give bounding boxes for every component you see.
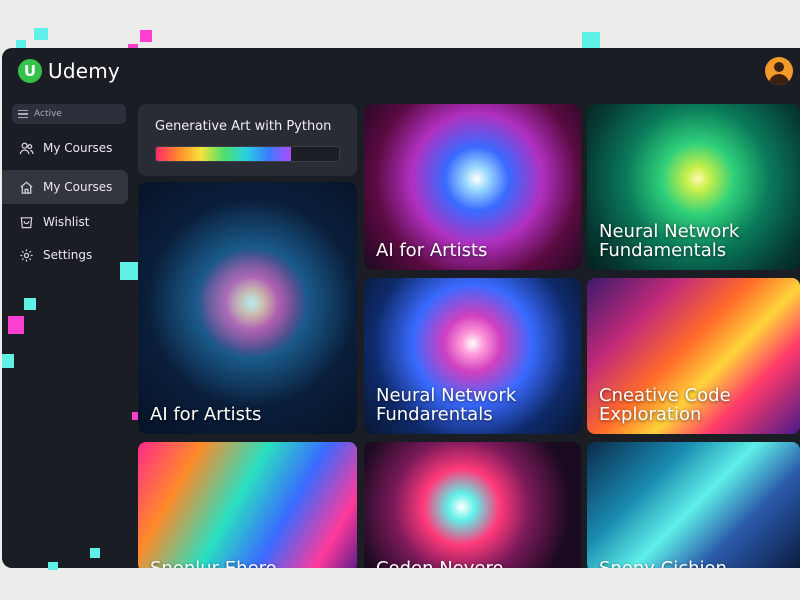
course-title: Cneative Code Exploration [599, 385, 731, 425]
course-title: AI for Artists [150, 404, 262, 425]
course-title: Snony Cichion [599, 559, 792, 568]
progress-course-title: Generative Art with Python [155, 119, 332, 134]
users-icon [18, 140, 34, 156]
course-card[interactable]: AI for Artists [364, 104, 581, 270]
sidebar-item-label: Wishlist [43, 215, 90, 229]
decor-pixel [34, 28, 48, 40]
avatar-head [774, 62, 784, 72]
decor-pixel [120, 262, 140, 280]
course-progress-card[interactable]: Generative Art with Python [138, 104, 357, 176]
course-title: Snonlur Ehero [150, 559, 349, 568]
avatar[interactable] [765, 57, 793, 85]
decor-pixel [2, 354, 14, 368]
home-icon [18, 179, 34, 195]
course-card[interactable]: Neural Network Fundamentals [587, 104, 800, 270]
course-card[interactable]: Coden Nevero [364, 442, 581, 568]
course-title: Neural Network Fundarentals [376, 385, 517, 425]
decor-pixel [90, 548, 100, 558]
logo-icon: U [18, 59, 42, 83]
sidebar-item-my-courses-selected[interactable]: My Courses [2, 170, 128, 204]
avatar-body [769, 74, 789, 85]
card-art [198, 252, 298, 352]
decor-pixel [8, 316, 24, 334]
active-filter-label: Active [34, 109, 62, 119]
decor-pixel [16, 40, 26, 48]
course-title: Coden Nevero [376, 559, 573, 568]
udemy-logo[interactable]: U Udemy [18, 59, 120, 83]
decor-pixel [140, 30, 152, 42]
app-window: U Udemy Active My Courses My Courses Wis… [2, 48, 800, 568]
sidebar-item-settings[interactable]: Settings [2, 238, 128, 272]
progress-bar-fill [156, 147, 292, 161]
sidebar: Active My Courses My Courses Wishlist Se [2, 100, 132, 568]
sidebar-item-my-courses[interactable]: My Courses [2, 131, 128, 165]
bag-icon [18, 214, 34, 230]
sidebar-item-label: Settings [43, 248, 93, 262]
course-card[interactable]: AI for Artists [138, 182, 357, 434]
sidebar-item-label: My Courses [43, 180, 113, 194]
menu-icon [18, 109, 28, 119]
course-card[interactable]: Snonlur Ehero [138, 442, 357, 568]
course-title: Neural Network Fundamentals [599, 221, 740, 261]
course-card[interactable]: Snony Cichion [587, 442, 800, 568]
gear-icon [18, 247, 34, 263]
course-card[interactable]: Neural Network Fundarentals [364, 278, 581, 434]
sidebar-item-label: My Courses [43, 141, 113, 155]
decor-pixel [24, 298, 36, 310]
progress-bar [155, 146, 340, 162]
decor-pixel [48, 562, 58, 570]
course-title: AI for Artists [376, 240, 488, 261]
app-name: Udemy [48, 59, 120, 83]
course-card[interactable]: Cneative Code Exploration [587, 278, 800, 434]
active-filter[interactable]: Active [12, 104, 126, 124]
sidebar-item-wishlist[interactable]: Wishlist [2, 205, 128, 239]
top-bar: U Udemy [2, 48, 800, 100]
